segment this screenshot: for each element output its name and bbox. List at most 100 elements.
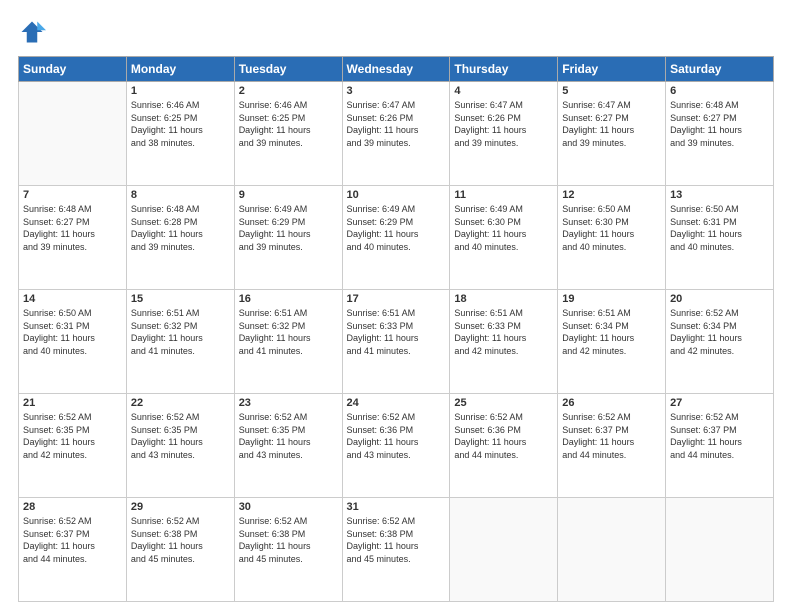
day-number: 2	[239, 85, 338, 97]
calendar-cell: 16 Sunrise: 6:51 AMSunset: 6:32 PMDayligh…	[234, 290, 342, 394]
day-number: 16	[239, 293, 338, 305]
day-number: 6	[670, 85, 769, 97]
weekday-header-sunday: Sunday	[19, 57, 127, 82]
day-number: 3	[347, 85, 446, 97]
day-info: Sunrise: 6:47 AMSunset: 6:27 PMDaylight:…	[562, 99, 661, 149]
day-info: Sunrise: 6:50 AMSunset: 6:31 PMDaylight:…	[23, 307, 122, 357]
day-number: 18	[454, 293, 553, 305]
calendar-cell: 25Sunrise: 6:52 AMSunset: 6:36 PMDayligh…	[450, 394, 558, 498]
day-number: 14	[23, 293, 122, 305]
day-number: 24	[347, 397, 446, 409]
weekday-header-row: SundayMondayTuesdayWednesdayThursdayFrid…	[19, 57, 774, 82]
calendar-cell: 19 Sunrise: 6:51 AMSunset: 6:34 PMDayligh…	[558, 290, 666, 394]
calendar-table: SundayMondayTuesdayWednesdayThursdayFrid…	[18, 56, 774, 602]
day-info: Sunrise: 6:49 AMSunset: 6:29 PMDaylight:…	[239, 203, 338, 253]
day-info: Sunrise: 6:52 AMSunset: 6:35 PMDaylight:…	[23, 411, 122, 461]
day-number: 29	[131, 501, 230, 513]
day-number: 8	[131, 189, 230, 201]
calendar-cell: 29 Sunrise: 6:52 AMSunset: 6:38 PMDayligh…	[126, 498, 234, 602]
day-number: 11	[454, 189, 553, 201]
day-number: 17	[347, 293, 446, 305]
day-number: 28	[23, 501, 122, 513]
day-number: 13	[670, 189, 769, 201]
day-number: 31	[347, 501, 446, 513]
calendar-week-2: 7 Sunrise: 6:48 AMSunset: 6:27 PMDaylight…	[19, 186, 774, 290]
day-number: 26	[562, 397, 661, 409]
logo-icon	[18, 18, 46, 46]
day-info: Sunrise: 6:46 AMSunset: 6:25 PMDaylight:…	[239, 99, 338, 149]
day-info: Sunrise: 6:52 AMSunset: 6:34 PMDaylight:…	[670, 307, 769, 357]
day-number: 1	[131, 85, 230, 97]
calendar-week-4: 21Sunrise: 6:52 AMSunset: 6:35 PMDayligh…	[19, 394, 774, 498]
calendar-cell	[666, 498, 774, 602]
header	[18, 18, 774, 46]
day-number: 30	[239, 501, 338, 513]
calendar-page: SundayMondayTuesdayWednesdayThursdayFrid…	[0, 0, 792, 612]
calendar-cell: 1 Sunrise: 6:46 AMSunset: 6:25 PMDaylight…	[126, 82, 234, 186]
day-number: 22	[131, 397, 230, 409]
calendar-cell: 28 Sunrise: 6:52 AMSunset: 6:37 PMDayligh…	[19, 498, 127, 602]
day-info: Sunrise: 6:52 AMSunset: 6:36 PMDaylight:…	[347, 411, 446, 461]
calendar-cell: 5Sunrise: 6:47 AMSunset: 6:27 PMDaylight…	[558, 82, 666, 186]
day-number: 23	[239, 397, 338, 409]
calendar-cell: 24 Sunrise: 6:52 AMSunset: 6:36 PMDayligh…	[342, 394, 450, 498]
day-number: 9	[239, 189, 338, 201]
day-info: Sunrise: 6:49 AMSunset: 6:29 PMDaylight:…	[347, 203, 446, 253]
calendar-cell	[558, 498, 666, 602]
calendar-week-5: 28 Sunrise: 6:52 AMSunset: 6:37 PMDayligh…	[19, 498, 774, 602]
day-number: 20	[670, 293, 769, 305]
day-info: Sunrise: 6:52 AMSunset: 6:37 PMDaylight:…	[562, 411, 661, 461]
day-info: Sunrise: 6:52 AMSunset: 6:38 PMDaylight:…	[131, 515, 230, 565]
calendar-cell: 11Sunrise: 6:49 AMSunset: 6:30 PMDayligh…	[450, 186, 558, 290]
calendar-cell: 26 Sunrise: 6:52 AMSunset: 6:37 PMDayligh…	[558, 394, 666, 498]
day-info: Sunrise: 6:52 AMSunset: 6:37 PMDaylight:…	[23, 515, 122, 565]
weekday-header-wednesday: Wednesday	[342, 57, 450, 82]
calendar-cell	[450, 498, 558, 602]
day-info: Sunrise: 6:50 AMSunset: 6:31 PMDaylight:…	[670, 203, 769, 253]
calendar-cell: 15Sunrise: 6:51 AMSunset: 6:32 PMDayligh…	[126, 290, 234, 394]
day-number: 10	[347, 189, 446, 201]
day-info: Sunrise: 6:48 AMSunset: 6:27 PMDaylight:…	[670, 99, 769, 149]
day-number: 4	[454, 85, 553, 97]
weekday-header-tuesday: Tuesday	[234, 57, 342, 82]
day-info: Sunrise: 6:47 AMSunset: 6:26 PMDaylight:…	[454, 99, 553, 149]
day-info: Sunrise: 6:51 AMSunset: 6:32 PMDaylight:…	[131, 307, 230, 357]
day-info: Sunrise: 6:51 AMSunset: 6:32 PMDaylight:…	[239, 307, 338, 357]
day-info: Sunrise: 6:46 AMSunset: 6:25 PMDaylight:…	[131, 99, 230, 149]
calendar-cell: 7 Sunrise: 6:48 AMSunset: 6:27 PMDaylight…	[19, 186, 127, 290]
day-info: Sunrise: 6:48 AMSunset: 6:27 PMDaylight:…	[23, 203, 122, 253]
calendar-cell: 10 Sunrise: 6:49 AMSunset: 6:29 PMDayligh…	[342, 186, 450, 290]
day-info: Sunrise: 6:47 AMSunset: 6:26 PMDaylight:…	[347, 99, 446, 149]
day-info: Sunrise: 6:51 AMSunset: 6:34 PMDaylight:…	[562, 307, 661, 357]
day-number: 19	[562, 293, 661, 305]
day-info: Sunrise: 6:52 AMSunset: 6:35 PMDaylight:…	[239, 411, 338, 461]
calendar-cell: 9 Sunrise: 6:49 AMSunset: 6:29 PMDaylight…	[234, 186, 342, 290]
calendar-cell: 20 Sunrise: 6:52 AMSunset: 6:34 PMDayligh…	[666, 290, 774, 394]
day-number: 7	[23, 189, 122, 201]
calendar-week-1: 1 Sunrise: 6:46 AMSunset: 6:25 PMDaylight…	[19, 82, 774, 186]
calendar-cell	[19, 82, 127, 186]
day-info: Sunrise: 6:52 AMSunset: 6:38 PMDaylight:…	[347, 515, 446, 565]
calendar-cell: 14 Sunrise: 6:50 AMSunset: 6:31 PMDayligh…	[19, 290, 127, 394]
day-number: 27	[670, 397, 769, 409]
calendar-cell: 2 Sunrise: 6:46 AMSunset: 6:25 PMDaylight…	[234, 82, 342, 186]
day-info: Sunrise: 6:52 AMSunset: 6:36 PMDaylight:…	[454, 411, 553, 461]
calendar-cell: 3 Sunrise: 6:47 AMSunset: 6:26 PMDaylight…	[342, 82, 450, 186]
calendar-cell: 23 Sunrise: 6:52 AMSunset: 6:35 PMDayligh…	[234, 394, 342, 498]
calendar-cell: 22 Sunrise: 6:52 AMSunset: 6:35 PMDayligh…	[126, 394, 234, 498]
calendar-cell: 30 Sunrise: 6:52 AMSunset: 6:38 PMDayligh…	[234, 498, 342, 602]
day-info: Sunrise: 6:52 AMSunset: 6:37 PMDaylight:…	[670, 411, 769, 461]
calendar-cell: 21Sunrise: 6:52 AMSunset: 6:35 PMDayligh…	[19, 394, 127, 498]
weekday-header-saturday: Saturday	[666, 57, 774, 82]
weekday-header-monday: Monday	[126, 57, 234, 82]
calendar-cell: 4 Sunrise: 6:47 AMSunset: 6:26 PMDaylight…	[450, 82, 558, 186]
day-info: Sunrise: 6:51 AMSunset: 6:33 PMDaylight:…	[454, 307, 553, 357]
day-info: Sunrise: 6:50 AMSunset: 6:30 PMDaylight:…	[562, 203, 661, 253]
weekday-header-friday: Friday	[558, 57, 666, 82]
day-info: Sunrise: 6:52 AMSunset: 6:38 PMDaylight:…	[239, 515, 338, 565]
calendar-cell: 18 Sunrise: 6:51 AMSunset: 6:33 PMDayligh…	[450, 290, 558, 394]
day-info: Sunrise: 6:52 AMSunset: 6:35 PMDaylight:…	[131, 411, 230, 461]
calendar-week-3: 14 Sunrise: 6:50 AMSunset: 6:31 PMDayligh…	[19, 290, 774, 394]
calendar-cell: 13 Sunrise: 6:50 AMSunset: 6:31 PMDayligh…	[666, 186, 774, 290]
calendar-cell: 12Sunrise: 6:50 AMSunset: 6:30 PMDayligh…	[558, 186, 666, 290]
